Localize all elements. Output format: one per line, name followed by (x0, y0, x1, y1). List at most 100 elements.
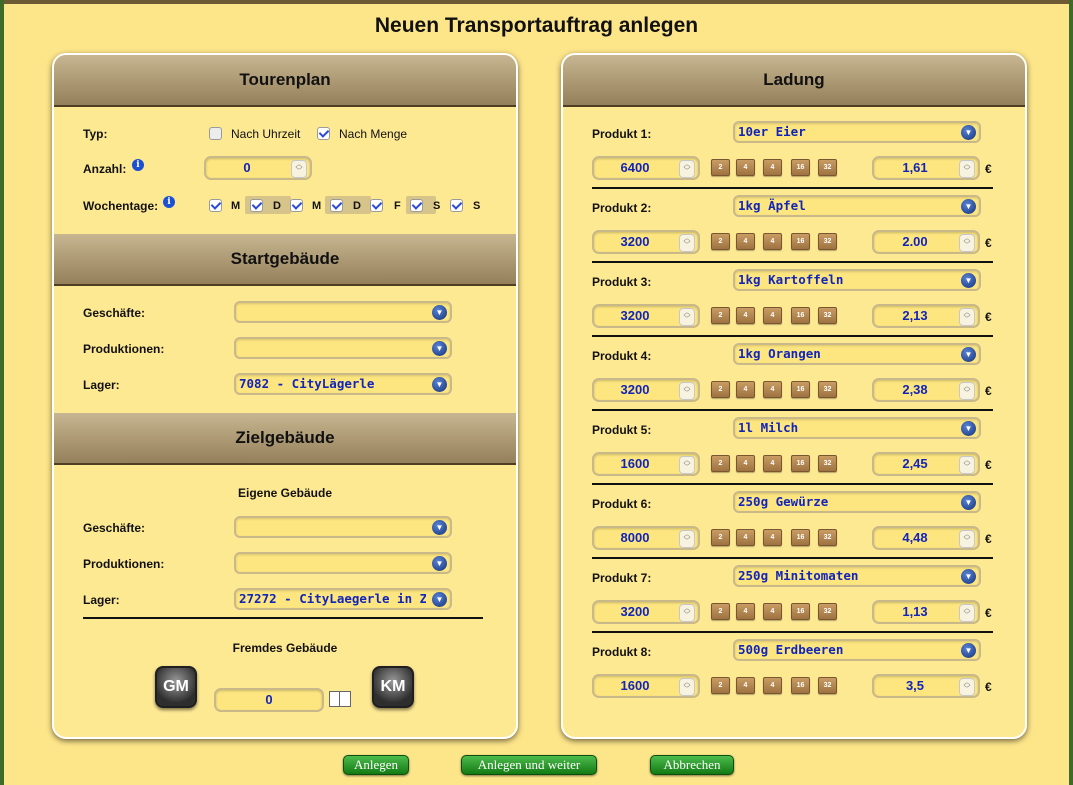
km-button[interactable]: KM (372, 666, 414, 708)
day-checkbox-sa[interactable] (410, 199, 423, 212)
day-checkbox-mi[interactable] (290, 199, 303, 212)
wochentage-info-icon[interactable]: i (163, 196, 175, 208)
chevron-down-icon[interactable]: ▼ (961, 495, 976, 510)
box-icon[interactable]: 4 (736, 455, 755, 472)
box-icon[interactable]: 16 (791, 529, 810, 546)
product-price-input[interactable]: 2,38 ︿ ﹀ (872, 378, 980, 402)
box-icon[interactable]: 2 (711, 381, 730, 398)
product-price-input[interactable]: 1,61 ︿ ﹀ (872, 156, 980, 180)
box-icon[interactable]: 4 (763, 381, 782, 398)
spinner-arrows-icon[interactable]: ︿ ﹀ (959, 604, 975, 622)
product-quantity-input[interactable]: 8000 ︿ ﹀ (592, 526, 700, 550)
nach-uhrzeit-checkbox[interactable] (209, 127, 222, 140)
spinner-arrows-icon[interactable]: ︿ ﹀ (959, 234, 975, 252)
chevron-down-icon[interactable]: ▼ (961, 199, 976, 214)
product-select[interactable]: 250g Minitomaten ▼ (733, 565, 981, 587)
spinner-arrows-icon[interactable]: ︿ ﹀ (679, 160, 695, 178)
product-price-input[interactable]: 2,13 ︿ ﹀ (872, 304, 980, 328)
chevron-down-icon[interactable]: ▼ (961, 125, 976, 140)
box-icon[interactable]: 4 (736, 307, 755, 324)
product-quantity-input[interactable]: 1600 ︿ ﹀ (592, 452, 700, 476)
gm-button[interactable]: GM (155, 666, 197, 708)
product-select[interactable]: 1kg Kartoffeln ▼ (733, 269, 981, 291)
box-icon[interactable]: 4 (763, 603, 782, 620)
box-icon[interactable]: 32 (818, 159, 837, 176)
product-select[interactable]: 1l Milch ▼ (733, 417, 981, 439)
chevron-down-icon[interactable]: ▼ (432, 592, 447, 607)
box-icon[interactable]: 4 (736, 677, 755, 694)
product-price-input[interactable]: 2,45 ︿ ﹀ (872, 452, 980, 476)
product-price-input[interactable]: 4,48 ︿ ﹀ (872, 526, 980, 550)
chevron-down-icon[interactable]: ▼ (961, 347, 976, 362)
box-icon[interactable]: 4 (736, 159, 755, 176)
box-icon[interactable]: 2 (711, 603, 730, 620)
product-quantity-input[interactable]: 3200 ︿ ﹀ (592, 230, 700, 254)
box-icon[interactable]: 4 (736, 233, 755, 250)
chevron-down-icon[interactable]: ▼ (432, 305, 447, 320)
spinner-arrows-icon[interactable]: ︿ ﹀ (679, 234, 695, 252)
day-checkbox-so[interactable] (450, 199, 463, 212)
chevron-down-icon[interactable]: ▼ (961, 273, 976, 288)
chevron-down-icon[interactable]: ▼ (432, 520, 447, 535)
chevron-down-icon[interactable]: ▼ (432, 341, 447, 356)
box-icon[interactable]: 16 (791, 159, 810, 176)
box-icon[interactable]: 2 (711, 529, 730, 546)
spinner-arrows-icon[interactable]: ︿ ﹀ (679, 604, 695, 622)
spinner-arrows-icon[interactable]: ︿ ﹀ (959, 530, 975, 548)
anzahl-input[interactable]: 0 ︿ ﹀ (204, 156, 312, 180)
box-icon[interactable]: 4 (736, 529, 755, 546)
box-icon[interactable]: 4 (736, 381, 755, 398)
chevron-down-icon[interactable]: ▼ (961, 643, 976, 658)
spinner-arrows-icon[interactable]: ︿ ﹀ (959, 382, 975, 400)
product-quantity-input[interactable]: 3200 ︿ ﹀ (592, 304, 700, 328)
box-icon[interactable]: 4 (763, 455, 782, 472)
box-icon[interactable]: 4 (763, 677, 782, 694)
box-icon[interactable]: 16 (791, 455, 810, 472)
box-icon[interactable]: 16 (791, 233, 810, 250)
box-icon[interactable]: 4 (736, 603, 755, 620)
day-checkbox-fr[interactable] (370, 199, 383, 212)
box-icon[interactable]: 2 (711, 233, 730, 250)
product-quantity-input[interactable]: 6400 ︿ ﹀ (592, 156, 700, 180)
fremdes-gebaeude-input[interactable]: 0 (214, 688, 324, 712)
spinner-arrows-icon[interactable]: ︿ ﹀ (679, 530, 695, 548)
day-checkbox-mo[interactable] (209, 199, 222, 212)
product-select[interactable]: 500g Erdbeeren ▼ (733, 639, 981, 661)
product-quantity-input[interactable]: 3200 ︿ ﹀ (592, 378, 700, 402)
product-quantity-input[interactable]: 3200 ︿ ﹀ (592, 600, 700, 624)
product-price-input[interactable]: 2.00 ︿ ﹀ (872, 230, 980, 254)
box-icon[interactable]: 2 (711, 159, 730, 176)
ziel-geschaefte-select[interactable]: ▼ (234, 516, 452, 538)
chevron-down-icon[interactable]: ▼ (961, 421, 976, 436)
product-quantity-input[interactable]: 1600 ︿ ﹀ (592, 674, 700, 698)
start-produktionen-select[interactable]: ▼ (234, 337, 452, 359)
product-price-input[interactable]: 1,13 ︿ ﹀ (872, 600, 980, 624)
spinner-arrows-icon[interactable]: ︿ ﹀ (679, 308, 695, 326)
box-icon[interactable]: 16 (791, 677, 810, 694)
nach-menge-checkbox[interactable] (317, 127, 330, 140)
box-icon[interactable]: 4 (763, 529, 782, 546)
chevron-down-icon[interactable]: ▼ (432, 556, 447, 571)
spinner-arrows-icon[interactable]: ︿ ﹀ (291, 160, 307, 178)
box-icon[interactable]: 2 (711, 677, 730, 694)
abbrechen-button[interactable]: Abbrechen (650, 755, 734, 775)
box-icon[interactable]: 16 (791, 603, 810, 620)
spinner-arrows-icon[interactable]: ︿ ﹀ (679, 382, 695, 400)
chevron-down-icon[interactable]: ▼ (961, 569, 976, 584)
spinner-arrows-icon[interactable]: ︿ ﹀ (959, 308, 975, 326)
start-geschaefte-select[interactable]: ▼ (234, 301, 452, 323)
product-price-input[interactable]: 3,5 ︿ ﹀ (872, 674, 980, 698)
spinner-arrows-icon[interactable]: ︿ ﹀ (959, 160, 975, 178)
product-select[interactable]: 1kg Äpfel ▼ (733, 195, 981, 217)
start-lager-select[interactable]: 7082 - CityLägerle ▼ (234, 373, 452, 395)
box-icon[interactable]: 4 (763, 233, 782, 250)
box-icon[interactable]: 32 (818, 529, 837, 546)
product-select[interactable]: 1kg Orangen ▼ (733, 343, 981, 365)
ziel-produktionen-select[interactable]: ▼ (234, 552, 452, 574)
chevron-down-icon[interactable]: ▼ (432, 377, 447, 392)
anlegen-und-weiter-button[interactable]: Anlegen und weiter (461, 755, 597, 775)
product-select[interactable]: 10er Eier ▼ (733, 121, 981, 143)
box-icon[interactable]: 32 (818, 677, 837, 694)
box-icon[interactable]: 16 (791, 381, 810, 398)
anzahl-info-icon[interactable]: i (132, 159, 144, 171)
